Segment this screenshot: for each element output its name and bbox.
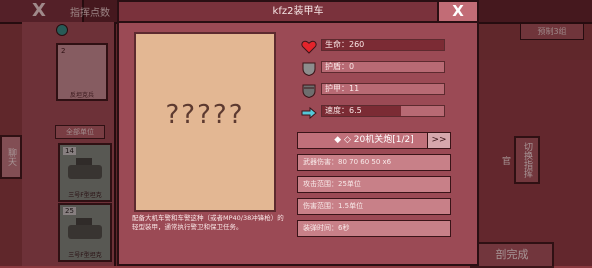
unit-description: 配备大机车警和车警这种（或者MP40/38冲锋枪）的轻型装甲，通常执行警卫和保卫… bbox=[132, 214, 284, 231]
unit-portrait: ????? bbox=[134, 32, 276, 212]
speed-bar: 速度：6.5 bbox=[321, 105, 445, 117]
damage-radius-row: 伤害范围：1.5单位 bbox=[297, 198, 451, 215]
speed-label: 速度：6.5 bbox=[325, 106, 362, 115]
armor-bar: 护盾：0 bbox=[321, 61, 445, 73]
plating-label: 护甲：11 bbox=[325, 84, 360, 93]
hp-label: 生命：260 bbox=[325, 40, 365, 49]
attack-range-row: 攻击范围：25单位 bbox=[297, 176, 451, 193]
weapon-damage-text: 武器伤害：80 70 60 50 x6 bbox=[303, 158, 392, 166]
next-weapon-button[interactable]: >> bbox=[427, 132, 451, 149]
popup-title: kfz2装甲车 bbox=[272, 6, 324, 17]
heart-icon bbox=[301, 40, 317, 54]
plating-bar: 护甲：11 bbox=[321, 83, 445, 95]
unit-info-popup: kfz2装甲车 X ????? 配备大机车警和车警这种（或者MP40/38冲锋枪… bbox=[117, 0, 479, 266]
armor-label: 护盾：0 bbox=[325, 62, 355, 71]
hp-bar: 生命：260 bbox=[321, 39, 445, 51]
shield-icon bbox=[302, 62, 316, 76]
arrow-right-icon bbox=[301, 106, 317, 120]
damage-radius-text: 伤害范围：1.5单位 bbox=[303, 202, 364, 210]
portrait-placeholder: ????? bbox=[165, 100, 245, 130]
weapon-damage-row: 武器伤害：80 70 60 50 x6 bbox=[297, 154, 451, 171]
attack-range-text: 攻击范围：25单位 bbox=[303, 180, 361, 188]
popup-title-bar: kfz2装甲车 X bbox=[119, 2, 477, 23]
plating-icon bbox=[302, 84, 316, 98]
reload-time-text: 装弹时间：6秒 bbox=[303, 224, 350, 232]
close-button[interactable]: X bbox=[437, 2, 477, 21]
reload-time-row: 装弹时间：6秒 bbox=[297, 220, 451, 237]
